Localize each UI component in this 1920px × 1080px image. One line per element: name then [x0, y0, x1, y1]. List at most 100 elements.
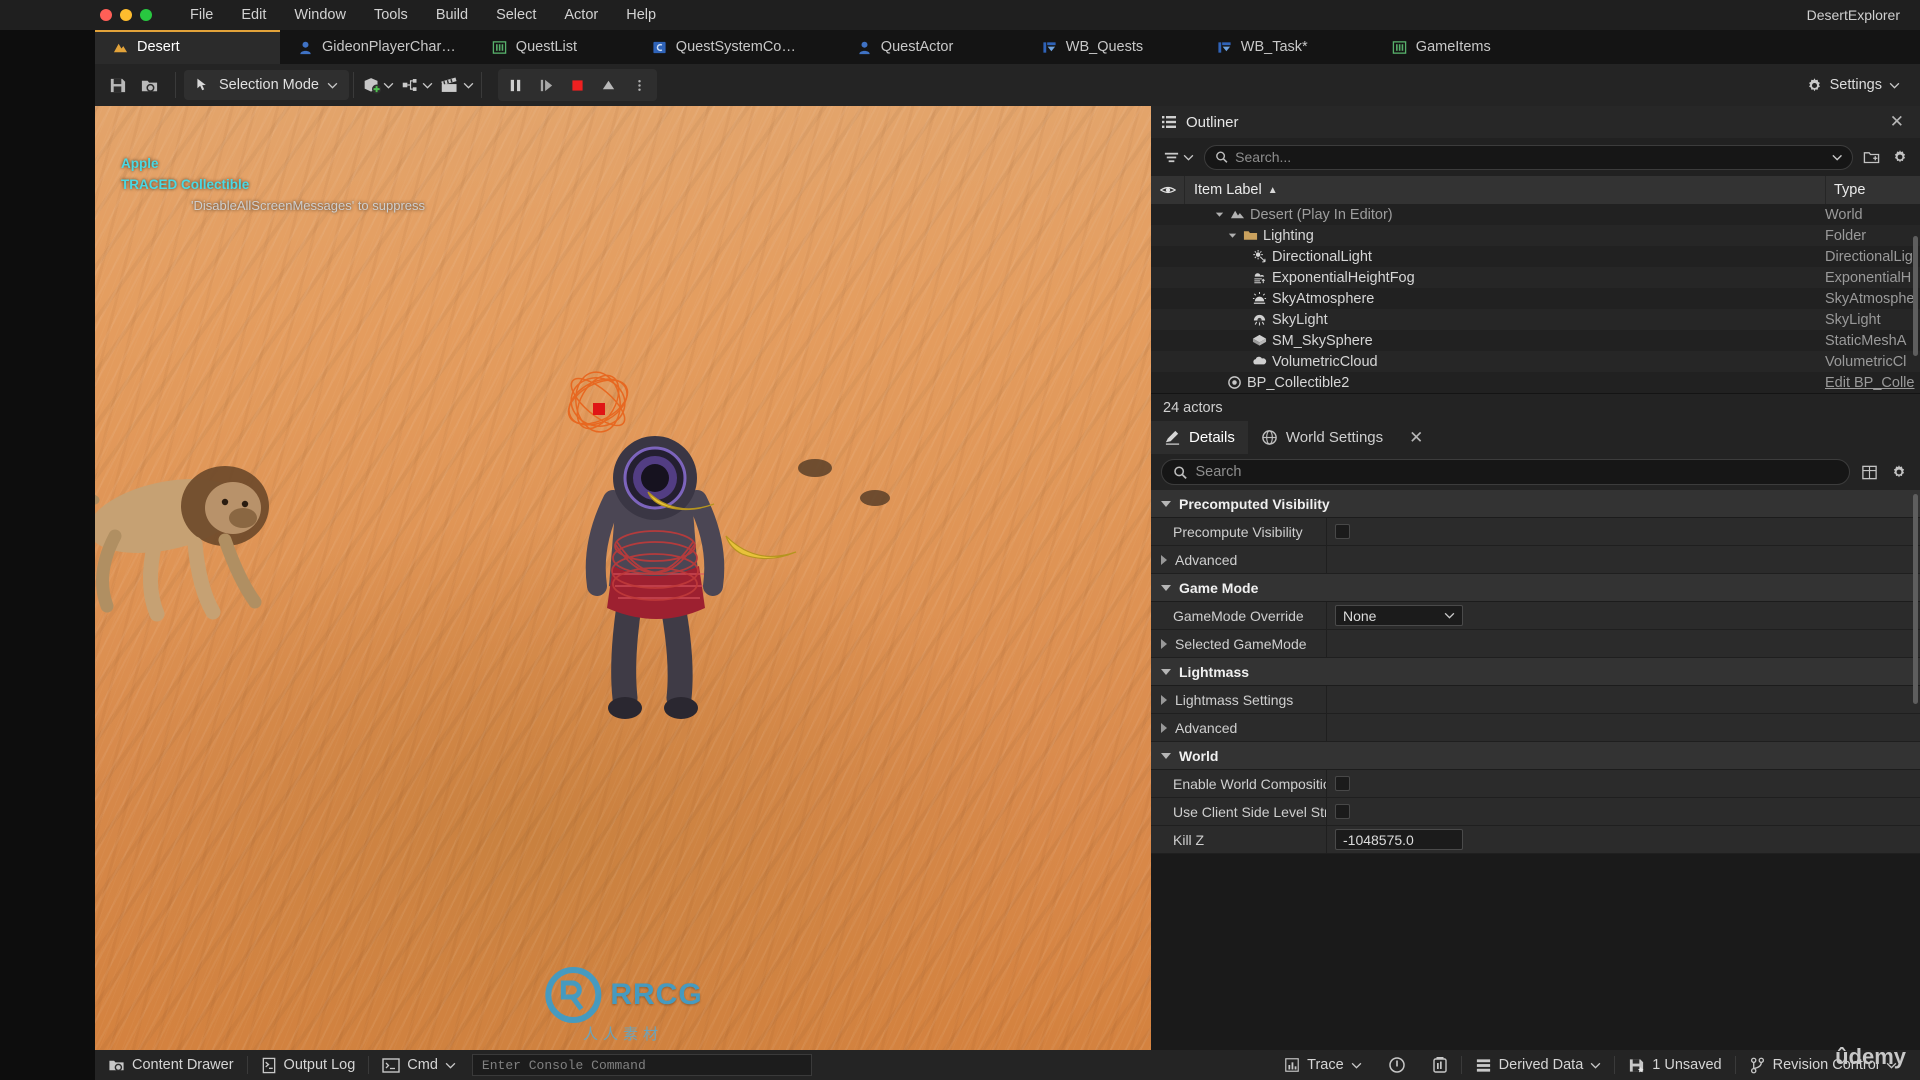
pause-button[interactable] — [500, 71, 531, 99]
outliner-search-box[interactable] — [1204, 144, 1853, 170]
details-column-layout-button[interactable] — [1858, 461, 1880, 483]
tab-questactor[interactable]: QuestActor — [839, 30, 1024, 64]
menu-item-select[interactable]: Select — [482, 3, 550, 27]
outliner-row-volumetriccloud[interactable]: VolumetricCloud VolumetricCl — [1151, 351, 1920, 372]
browse-to-asset-button[interactable] — [133, 70, 165, 100]
property-row-enable-world-composition[interactable]: Enable World Composition — [1151, 770, 1920, 798]
chevron-down-icon[interactable] — [1214, 209, 1225, 220]
property-row-kill-z[interactable]: Kill Z -1048575.0 — [1151, 826, 1920, 854]
property-row-advanced-lightmass[interactable]: Advanced — [1151, 714, 1920, 742]
derived-data-button[interactable]: Derived Data — [1462, 1052, 1615, 1078]
play-options-button[interactable] — [624, 71, 655, 99]
stop-button[interactable] — [562, 71, 593, 99]
enable-world-composition-checkbox[interactable] — [1335, 776, 1350, 791]
outliner-scrollbar[interactable] — [1913, 236, 1918, 356]
menu-item-window[interactable]: Window — [280, 3, 360, 27]
cinematics-button[interactable] — [436, 70, 477, 100]
add-actor-button[interactable] — [358, 70, 397, 100]
outliner-row-lighting[interactable]: Lighting Folder — [1151, 225, 1920, 246]
level-viewport[interactable]: Apple TRACED Collectible 'DisableAllScre… — [95, 106, 1151, 1050]
console-command-input[interactable] — [481, 1057, 802, 1073]
visibility-column-header[interactable] — [1151, 176, 1184, 204]
outliner-filter-button[interactable] — [1160, 146, 1197, 169]
property-row-gamemode-override[interactable]: GameMode Override None — [1151, 602, 1920, 630]
menu-item-build[interactable]: Build — [422, 3, 482, 27]
gamemode-override-dropdown[interactable]: None — [1335, 605, 1463, 626]
row-visibility-toggle[interactable] — [1151, 225, 1184, 246]
chevron-right-icon[interactable] — [1161, 694, 1167, 705]
outliner-settings-button[interactable] — [1889, 146, 1911, 168]
tab-questlist[interactable]: QuestList — [474, 30, 634, 64]
tab-wb-task[interactable]: WB_Task* — [1199, 30, 1374, 64]
menu-item-file[interactable]: File — [176, 3, 227, 27]
tab-gideonplayerchar[interactable]: GideonPlayerChar… — [280, 30, 474, 64]
performance-button[interactable] — [1375, 1052, 1419, 1078]
unsaved-changes-button[interactable]: 1 Unsaved — [1615, 1052, 1734, 1078]
save-button[interactable] — [101, 70, 133, 100]
selection-mode-button[interactable]: Selection Mode — [184, 70, 349, 100]
memory-button[interactable] — [1419, 1052, 1461, 1078]
outliner-row-bp-collectible2[interactable]: BP_Collectible2 Edit BP_Colle — [1151, 372, 1920, 393]
chevron-right-icon[interactable] — [1161, 554, 1167, 565]
row-visibility-toggle[interactable] — [1151, 309, 1184, 330]
tab-details[interactable]: Details — [1151, 421, 1248, 454]
tab-questsystemcomponent[interactable]: QuestSystemCo… — [634, 30, 839, 64]
details-search-input[interactable] — [1195, 464, 1838, 480]
eject-button[interactable] — [593, 71, 624, 99]
outliner-row-edit-link[interactable]: Edit BP_Colle — [1825, 375, 1920, 391]
details-close-button[interactable]: ✕ — [1403, 428, 1429, 448]
minimize-window-button[interactable] — [120, 9, 132, 21]
precompute-visibility-checkbox[interactable] — [1335, 524, 1350, 539]
row-visibility-toggle[interactable] — [1151, 330, 1184, 351]
section-header-lightmass[interactable]: Lightmass — [1151, 658, 1920, 686]
maximize-window-button[interactable] — [140, 9, 152, 21]
console-command-box[interactable] — [471, 1054, 812, 1076]
property-row-precompute-visibility[interactable]: Precompute Visibility — [1151, 518, 1920, 546]
row-visibility-toggle[interactable] — [1151, 204, 1184, 225]
property-row-client-side-level-streaming[interactable]: Use Client Side Level Strea… — [1151, 798, 1920, 826]
menu-item-help[interactable]: Help — [612, 3, 670, 27]
new-folder-button[interactable] — [1860, 146, 1882, 168]
property-row-selected-gamemode[interactable]: Selected GameMode — [1151, 630, 1920, 658]
window-controls[interactable] — [100, 9, 152, 21]
outliner-row-desert[interactable]: Desert (Play In Editor) World — [1151, 204, 1920, 225]
chevron-down-icon[interactable] — [1832, 154, 1842, 161]
property-row-lightmass-settings[interactable]: Lightmass Settings — [1151, 686, 1920, 714]
menu-item-tools[interactable]: Tools — [360, 3, 422, 27]
chevron-right-icon[interactable] — [1161, 722, 1167, 733]
row-visibility-toggle[interactable] — [1151, 372, 1184, 393]
section-header-precomputed-visibility[interactable]: Precomputed Visibility — [1151, 490, 1920, 518]
item-label-column-header[interactable]: Item Label ▲ — [1184, 176, 1825, 204]
details-search-box[interactable] — [1161, 459, 1850, 485]
chevron-right-icon[interactable] — [1161, 638, 1167, 649]
outliner-row-directionallight[interactable]: DirectionalLight DirectionalLig — [1151, 246, 1920, 267]
skip-frame-button[interactable] — [531, 71, 562, 99]
trace-button[interactable]: Trace — [1271, 1052, 1375, 1078]
outliner-search-input[interactable] — [1235, 149, 1825, 165]
outliner-row-sm-skysphere[interactable]: SM_SkySphere StaticMeshA — [1151, 330, 1920, 351]
client-side-level-streaming-checkbox[interactable] — [1335, 804, 1350, 819]
row-visibility-toggle[interactable] — [1151, 351, 1184, 372]
kill-z-input[interactable]: -1048575.0 — [1335, 829, 1463, 850]
blueprints-button[interactable] — [397, 70, 436, 100]
menu-item-edit[interactable]: Edit — [227, 3, 280, 27]
section-header-world[interactable]: World — [1151, 742, 1920, 770]
outliner-row-exponentialheightfog[interactable]: ExponentialHeightFog ExponentialH — [1151, 267, 1920, 288]
outliner-row-skyatmosphere[interactable]: SkyAtmosphere SkyAtmosphe — [1151, 288, 1920, 309]
output-log-button[interactable]: Output Log — [248, 1052, 369, 1078]
row-visibility-toggle[interactable] — [1151, 288, 1184, 309]
menu-item-actor[interactable]: Actor — [550, 3, 612, 27]
details-scrollbar[interactable] — [1913, 494, 1918, 704]
content-drawer-button[interactable]: Content Drawer — [95, 1052, 247, 1078]
chevron-down-icon[interactable] — [1227, 230, 1238, 241]
settings-button[interactable]: Settings — [1796, 70, 1910, 100]
cmd-mode-button[interactable]: Cmd — [369, 1052, 469, 1078]
row-visibility-toggle[interactable] — [1151, 246, 1184, 267]
outliner-row-skylight[interactable]: SkyLight SkyLight — [1151, 309, 1920, 330]
section-header-game-mode[interactable]: Game Mode — [1151, 574, 1920, 602]
close-window-button[interactable] — [100, 9, 112, 21]
property-row-advanced-visibility[interactable]: Advanced — [1151, 546, 1920, 574]
outliner-close-button[interactable]: ✕ — [1884, 112, 1910, 132]
menu-bar[interactable]: File Edit Window Tools Build Select Acto… — [176, 3, 670, 27]
tab-desert[interactable]: Desert — [95, 30, 280, 64]
